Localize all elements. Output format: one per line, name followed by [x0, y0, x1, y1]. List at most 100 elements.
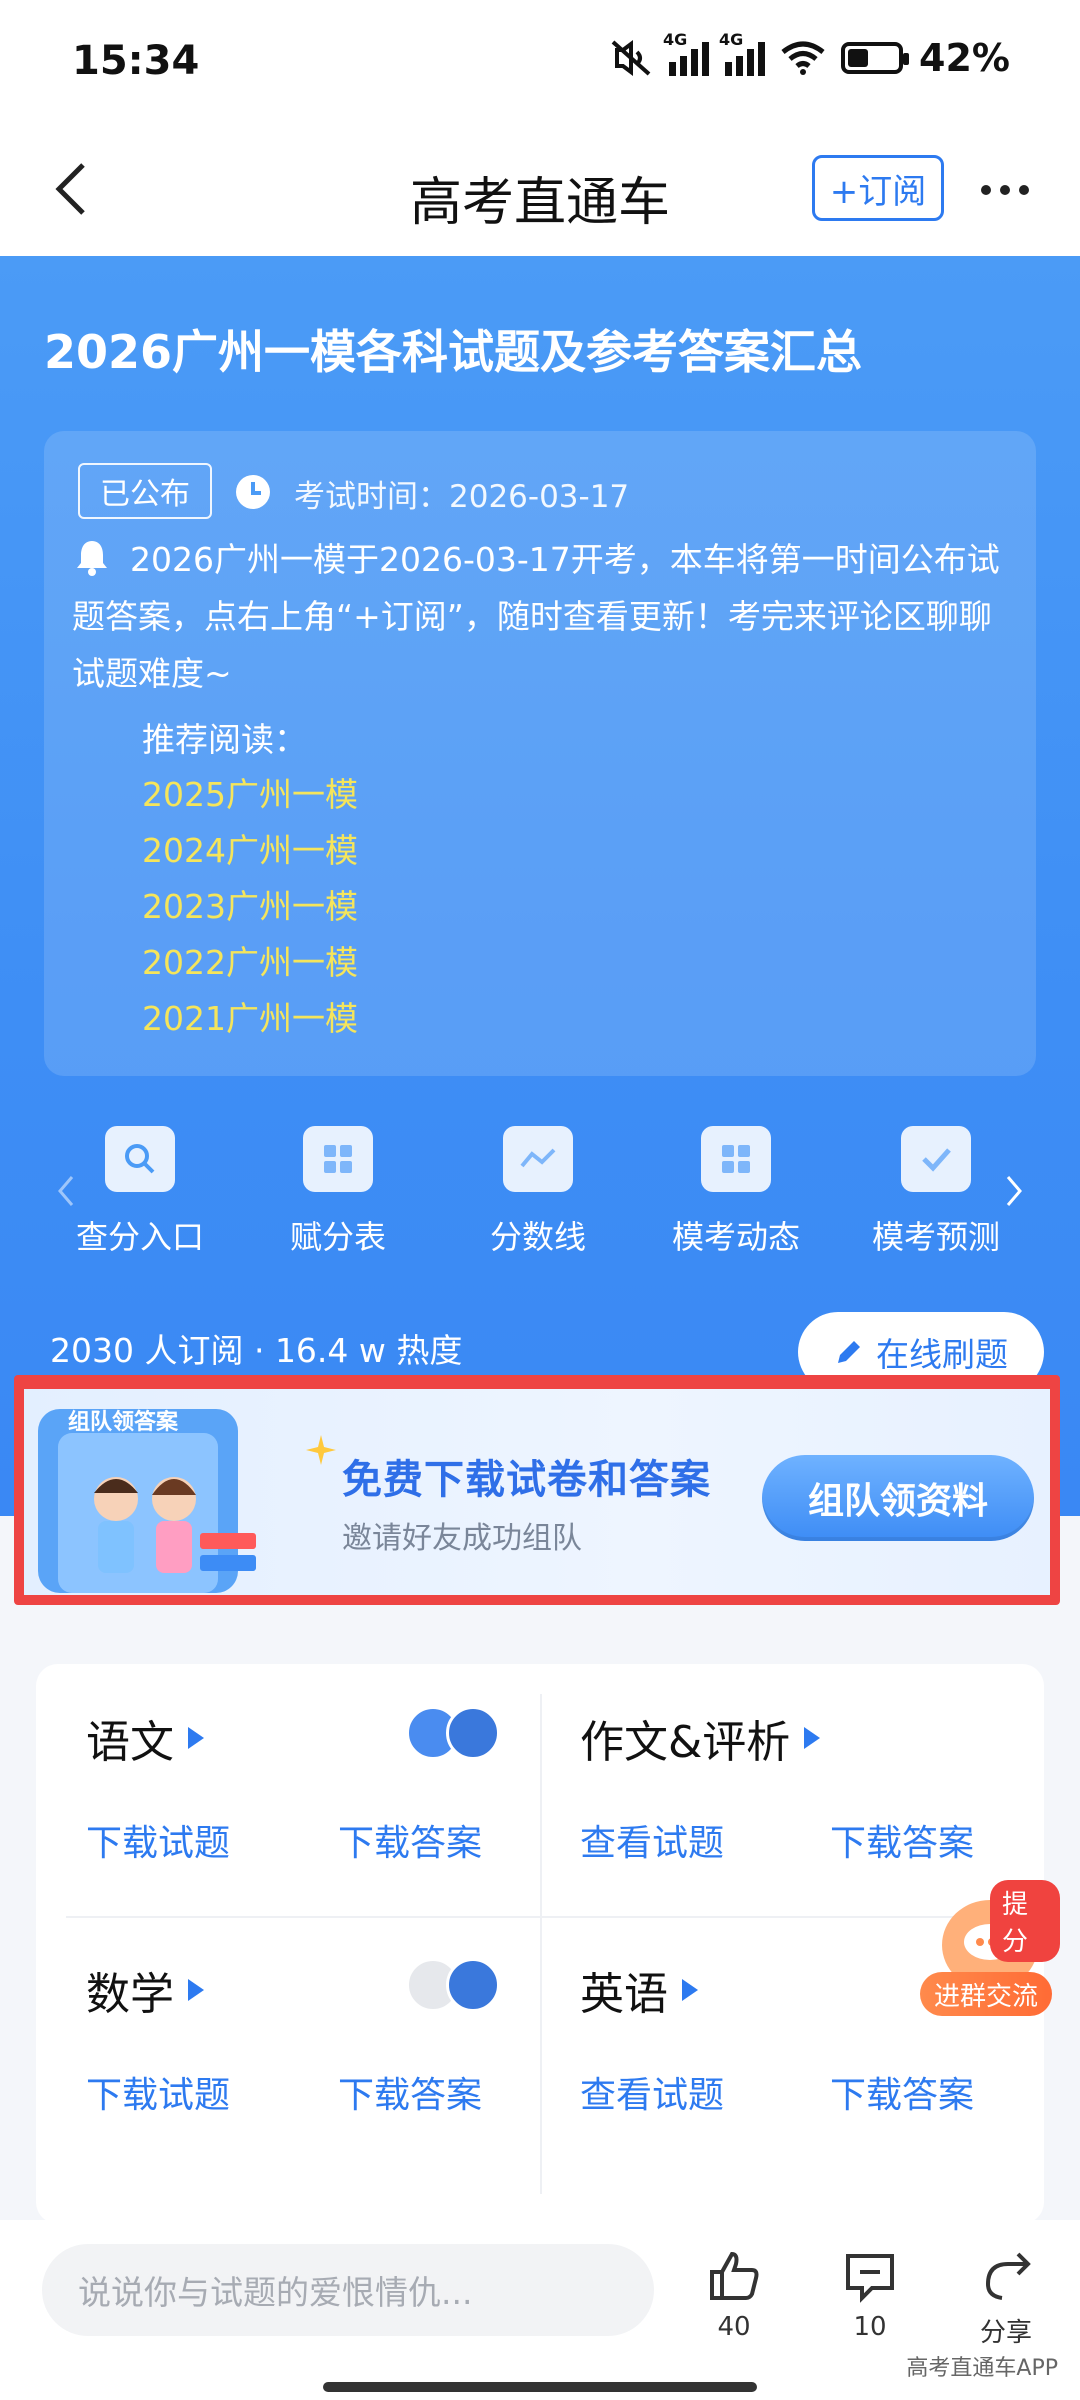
- signal-icon: 4G: [719, 30, 766, 76]
- subject-name: 数学: [86, 1969, 174, 2020]
- download-questions-link[interactable]: 下载试题: [86, 1814, 230, 1866]
- promo-art-title: 组队领答案: [68, 1409, 179, 1435]
- recommend-link-2022[interactable]: 2022广州一模: [142, 935, 358, 991]
- download-answers-link[interactable]: 下载答案: [338, 1814, 482, 1866]
- pencil-icon: [838, 1341, 860, 1363]
- recommend-title: 推荐阅读：: [142, 720, 307, 759]
- quick-nav-label: 分数线: [489, 1218, 586, 1256]
- grid-icon: [701, 1126, 771, 1192]
- quick-nav: 查分入口 赋分表 分数线 模考动态 模考预测: [0, 1126, 1080, 1276]
- recommend-link-2025[interactable]: 2025广州一模: [142, 767, 358, 823]
- like-button[interactable]: 40: [684, 2248, 784, 2342]
- status-icons: 4G 4G 42%: [609, 30, 1010, 80]
- recommend-link-2023[interactable]: 2023广州一模: [142, 879, 358, 935]
- quick-nav-mock-news[interactable]: 模考动态: [646, 1126, 826, 1258]
- comment-input[interactable]: 说说你与试题的爱恨情仇...: [42, 2244, 654, 2336]
- more-button[interactable]: [970, 160, 1040, 220]
- nav-bar: 高考直通车 +订阅: [0, 130, 1080, 256]
- quick-nav-label: 模考预测: [871, 1218, 1000, 1256]
- subject-title[interactable]: 语文: [86, 1706, 204, 1770]
- subject-name: 作文&评析: [580, 1717, 791, 1768]
- chevron-right-icon: [1006, 1176, 1022, 1206]
- wifi-icon: [781, 41, 825, 75]
- recommend-list: 2025广州一模 2024广州一模 2023广州一模 2022广州一模 2021…: [142, 767, 358, 1047]
- battery-icon: [841, 42, 910, 74]
- exam-time: 考试时间：2026-03-17: [294, 479, 630, 515]
- view-questions-link[interactable]: 查看试题: [580, 2066, 724, 2118]
- play-arrow-icon: [188, 1727, 204, 1749]
- quick-nav-label: 模考动态: [671, 1218, 800, 1256]
- network-type-1: 4G: [663, 30, 688, 49]
- download-answers-link[interactable]: 下载答案: [338, 2066, 482, 2118]
- thumbs-up-icon: [710, 2251, 759, 2300]
- subject-chinese: 语文 下载试题 下载答案: [36, 1664, 540, 1916]
- bottom-bar: 说说你与试题的爱恨情仇... 40 10 分享 高考直通车APP: [0, 2220, 1080, 2400]
- view-questions-link[interactable]: 查看试题: [580, 1814, 724, 1866]
- team-promo-illustration: 组队领答案: [38, 1409, 256, 1593]
- join-group-label: 进群交流: [920, 1972, 1052, 2016]
- check-icon: [901, 1126, 971, 1192]
- subjects-card: 语文 下载试题 下载答案 作文&评析 查看试题 下载答案 数学 下载试题 下载答…: [36, 1664, 1044, 2224]
- quick-nav-label: 查分入口: [75, 1218, 204, 1256]
- notice-content: 2026广州一模于2026-03-17开考，本车将第一时间公布试题答案，点右上角…: [72, 540, 1000, 693]
- subject-math: 数学 下载试题 下载答案: [36, 1916, 540, 2168]
- grid-icon: [303, 1126, 373, 1192]
- promo-title: 免费下载试卷和答案: [342, 1457, 711, 1503]
- play-arrow-icon: [188, 1979, 204, 2001]
- recommend-link-2024[interactable]: 2024广州一模: [142, 823, 358, 879]
- recommend-link-2021[interactable]: 2021广州一模: [142, 991, 358, 1047]
- subscribe-button[interactable]: +订阅: [812, 155, 944, 221]
- quick-nav-score-query[interactable]: 查分入口: [50, 1126, 230, 1258]
- share-icon: [985, 2252, 1031, 2300]
- battery-percent: 42%: [919, 36, 1010, 80]
- subject-name: 语文: [86, 1717, 174, 1768]
- status-badge: 已公布: [78, 463, 212, 519]
- mute-icon: [611, 40, 651, 76]
- search-icon: [105, 1126, 175, 1192]
- subject-title[interactable]: 英语: [580, 1958, 698, 2022]
- avatar: [446, 1706, 500, 1760]
- avatar: [446, 1958, 500, 2012]
- avatar-group: [406, 1958, 500, 2012]
- promo-subtitle: 邀请好友成功组队: [342, 1521, 582, 1556]
- comment-icon: [846, 2254, 894, 2303]
- clock-icon: [236, 475, 270, 509]
- hero-section: 2026广州一模各科试题及参考答案汇总 已公布 考试时间：2026-03-17 …: [0, 256, 1080, 1516]
- play-arrow-icon: [682, 1979, 698, 2001]
- subscription-stats: 2030 人订阅 · 16.4 w 热度: [50, 1331, 463, 1370]
- promo-banner[interactable]: 组队领答案 免费下载试卷和答案 邀请好友成功组队 组队领资料: [14, 1375, 1060, 1605]
- trend-icon: [503, 1126, 573, 1192]
- like-count: 40: [717, 2312, 751, 2342]
- scroll-right-button[interactable]: [994, 1166, 1034, 1216]
- quick-nav-label: 赋分表: [289, 1218, 386, 1256]
- quick-nav-score-line[interactable]: 分数线: [448, 1126, 628, 1258]
- download-answers-link[interactable]: 下载答案: [830, 2066, 974, 2118]
- share-button[interactable]: 分享: [956, 2248, 1056, 2349]
- comment-button[interactable]: 10: [820, 2248, 920, 2342]
- comment-count: 10: [853, 2312, 887, 2342]
- status-time: 15:34: [72, 38, 200, 84]
- network-type-2: 4G: [719, 30, 744, 49]
- share-label: 分享: [979, 2318, 1032, 2348]
- avatar-group: [406, 1706, 500, 1760]
- bell-icon: [77, 541, 107, 576]
- download-questions-link[interactable]: 下载试题: [86, 2066, 230, 2118]
- notice-text: 2026广州一模于2026-03-17开考，本车将第一时间公布试题答案，点右上角…: [72, 531, 1012, 702]
- signal-icon: 4G: [663, 30, 710, 76]
- exam-info-card: 已公布 考试时间：2026-03-17 2026广州一模于2026-03-17开…: [44, 431, 1036, 1076]
- article-title: 2026广州一模各科试题及参考答案汇总: [44, 325, 863, 379]
- home-indicator[interactable]: [323, 2382, 757, 2392]
- quick-nav-grading-table[interactable]: 赋分表: [248, 1126, 428, 1258]
- team-up-button[interactable]: 组队领资料: [762, 1455, 1034, 1541]
- subject-title[interactable]: 数学: [86, 1958, 204, 2022]
- online-practice-label: 在线刷题: [876, 1335, 1008, 1374]
- play-arrow-icon: [804, 1727, 821, 1749]
- boost-badge: 提分: [990, 1880, 1060, 1962]
- download-answers-link[interactable]: 下载答案: [830, 1814, 974, 1866]
- subject-name: 英语: [580, 1969, 668, 2020]
- app-watermark: 高考直通车APP: [906, 2356, 1058, 2381]
- subject-essay: 作文&评析 查看试题 下载答案: [540, 1664, 1044, 1916]
- subject-title[interactable]: 作文&评析: [580, 1706, 821, 1770]
- join-group-float-button[interactable]: 提分 进群交流: [920, 1880, 1060, 2020]
- status-bar: 15:34 4G 4G 42%: [0, 0, 1080, 130]
